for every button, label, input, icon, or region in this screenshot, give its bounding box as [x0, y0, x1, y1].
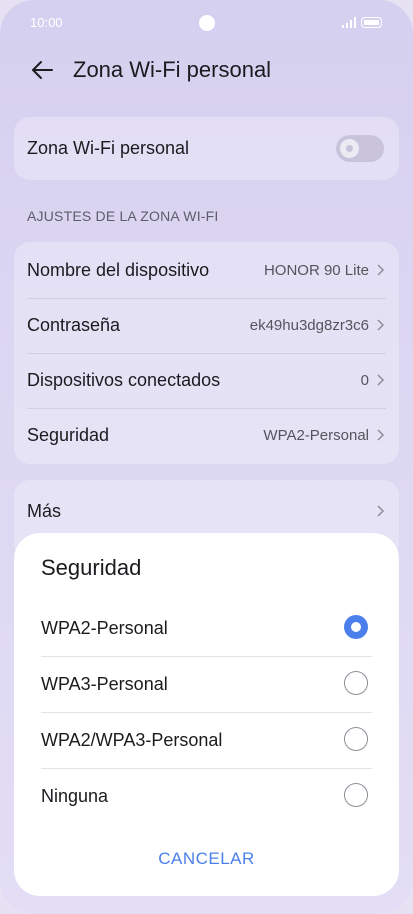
settings-row-label: Nombre del dispositivo — [27, 260, 210, 280]
settings-row-label: Más — [27, 501, 62, 521]
status-bar: 10:00 — [0, 0, 413, 46]
radio-unselected-icon[interactable] — [344, 727, 368, 751]
hotspot-toggle-label: Zona Wi-Fi personal — [27, 138, 190, 158]
app-header: Zona Wi-Fi personal — [0, 48, 413, 94]
settings-row-value: ek49hu3dg8zr3c6 — [249, 317, 369, 334]
chevron-right-icon — [377, 429, 385, 441]
settings-row-value: 0 — [360, 372, 369, 389]
signal-icon — [342, 17, 356, 28]
screen: 10:00 Zona Wi-Fi personal Zona Wi-Fi per… — [0, 0, 413, 914]
option-wpa2-personal[interactable]: WPA2-Personal — [14, 601, 399, 657]
hotspot-settings-card: Nombre del dispositivo HONOR 90 Lite Con… — [14, 242, 399, 464]
cancel-button[interactable]: CANCELAR — [14, 849, 399, 869]
dialog-title: Seguridad — [41, 555, 142, 580]
option-none[interactable]: Ninguna — [14, 769, 399, 825]
radio-unselected-icon[interactable] — [344, 783, 368, 807]
security-dialog: Seguridad WPA2-Personal WPA3-Personal WP… — [14, 533, 399, 896]
option-label: WPA3-Personal — [41, 674, 168, 694]
option-label: WPA2/WPA3-Personal — [41, 730, 223, 750]
chevron-right-icon — [377, 264, 385, 276]
settings-row-label: Seguridad — [27, 425, 110, 445]
settings-row-value: WPA2-Personal — [263, 427, 369, 444]
radio-unselected-icon[interactable] — [344, 671, 368, 695]
settings-row-label: Dispositivos conectados — [27, 370, 221, 390]
settings-row-value: HONOR 90 Lite — [263, 262, 369, 279]
settings-row-device-name[interactable]: Nombre del dispositivo HONOR 90 Lite — [14, 243, 399, 298]
battery-icon — [361, 17, 382, 28]
back-arrow-icon[interactable] — [28, 56, 56, 84]
settings-row-more[interactable]: Más — [14, 484, 399, 539]
section-header: AJUSTES DE LA ZONA WI-FI — [27, 208, 219, 224]
option-wpa2-wpa3-personal[interactable]: WPA2/WPA3-Personal — [14, 713, 399, 769]
settings-row-security[interactable]: Seguridad WPA2-Personal — [14, 408, 399, 463]
chevron-right-icon — [377, 319, 385, 331]
settings-row-label: Contraseña — [27, 315, 121, 335]
camera-cutout — [199, 15, 215, 31]
chevron-right-icon — [377, 505, 385, 517]
status-time: 10:00 — [30, 15, 63, 30]
option-label: Ninguna — [41, 786, 109, 806]
chevron-right-icon — [377, 374, 385, 386]
option-label: WPA2-Personal — [41, 618, 168, 638]
hotspot-toggle-switch[interactable] — [336, 135, 384, 162]
option-wpa3-personal[interactable]: WPA3-Personal — [14, 657, 399, 713]
settings-row-connected-devices[interactable]: Dispositivos conectados 0 — [14, 353, 399, 408]
page-title: Zona Wi-Fi personal — [73, 57, 272, 82]
radio-selected-icon[interactable] — [344, 615, 368, 639]
hotspot-toggle-card[interactable]: Zona Wi-Fi personal — [14, 117, 399, 180]
settings-row-password[interactable]: Contraseña ek49hu3dg8zr3c6 — [14, 298, 399, 353]
toggle-knob — [340, 139, 359, 158]
